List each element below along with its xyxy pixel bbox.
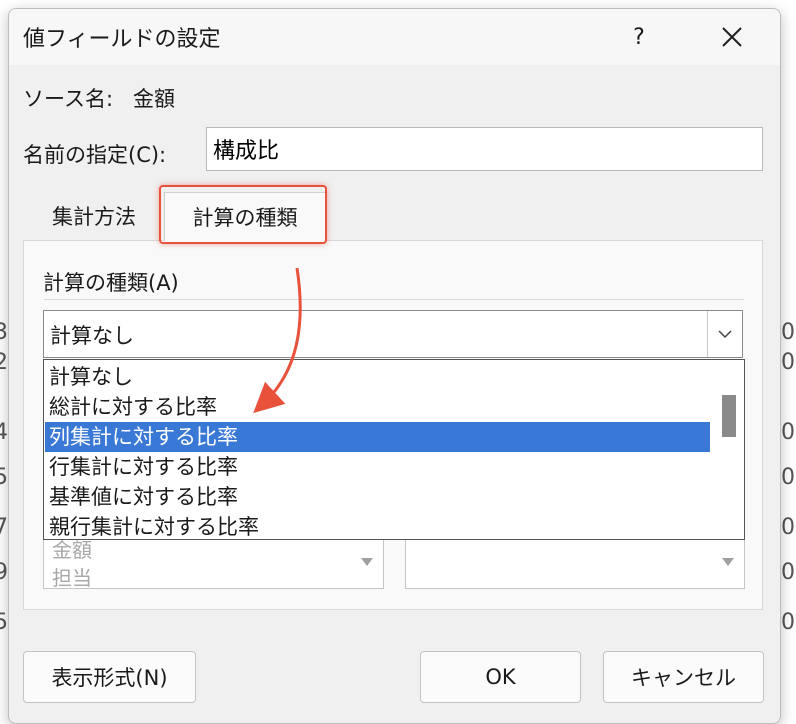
- base-item-list: [405, 539, 745, 589]
- background-cell-digit: 0: [781, 610, 795, 635]
- background-cell-digit: 3: [0, 320, 8, 345]
- dialog-title: 値フィールドの設定: [23, 27, 221, 52]
- background-cell-digit: 0: [781, 420, 795, 445]
- calc-type-label: 計算の種類(A): [43, 271, 179, 295]
- list-item[interactable]: 総計に対する比率: [45, 392, 710, 422]
- base-field-item: 担当: [52, 566, 92, 590]
- help-button[interactable]: ?: [609, 15, 669, 59]
- list-item[interactable]: 親行集計に対する比率: [45, 512, 710, 539]
- chevron-down-icon: [718, 330, 732, 339]
- background-cell-digit: 5: [0, 465, 8, 490]
- list-item[interactable]: 行集計に対する比率: [45, 452, 710, 482]
- background-cell-digit: 0: [781, 350, 795, 375]
- dropdown-button[interactable]: [707, 311, 742, 357]
- list-item[interactable]: 基準値に対する比率: [45, 482, 710, 512]
- background-cell-digit: 5: [0, 610, 8, 635]
- background-cell-digit: 0: [781, 560, 795, 585]
- background-cell-digit: 2: [0, 350, 8, 375]
- scroll-down-icon: [361, 558, 373, 566]
- source-name-label: ソース名:: [23, 87, 114, 111]
- background-cell-digit: 7: [0, 515, 8, 540]
- calc-type-dropdown[interactable]: 計算なし: [43, 310, 743, 358]
- name-label: 名前の指定(C):: [23, 143, 167, 167]
- list-scrollbar[interactable]: [712, 360, 744, 539]
- custom-name-field[interactable]: [206, 127, 763, 171]
- scroll-down-icon: [722, 558, 734, 566]
- annotation-highlight-box: [159, 185, 327, 244]
- calc-type-options-list[interactable]: 計算なし 総計に対する比率 列集計に対する比率 行集計に対する比率 基準値に対す…: [43, 359, 745, 540]
- background-cell-digit: 0: [781, 320, 795, 345]
- ok-button[interactable]: OK: [420, 651, 581, 703]
- number-format-button[interactable]: 表示形式(N): [23, 651, 196, 703]
- title-bar: 値フィールドの設定 ?: [9, 9, 780, 65]
- scrollbar-thumb[interactable]: [722, 395, 736, 437]
- source-name-value: 金額: [133, 87, 175, 111]
- close-button[interactable]: [699, 15, 765, 59]
- background-cell-digit: 0: [781, 465, 795, 490]
- value-field-settings-dialog: 値フィールドの設定 ? ソース名: 金額 名前の指定(C): 集計方法 計算の種…: [8, 8, 781, 724]
- base-field-list: 金額 担当: [43, 538, 384, 590]
- close-icon: [722, 27, 742, 47]
- tab-summarize-by[interactable]: 集計方法: [29, 192, 159, 240]
- background-cell-digit: 9: [0, 560, 8, 585]
- divider: [44, 299, 744, 300]
- background-cell-digit: 4: [0, 420, 8, 445]
- calc-type-selected-value: 計算なし: [50, 324, 134, 348]
- background-cell-digit: 0: [781, 515, 795, 540]
- cancel-button[interactable]: キャンセル: [603, 651, 764, 703]
- tab-strip: 集計方法 計算の種類: [23, 192, 763, 241]
- list-item[interactable]: 計算なし: [45, 362, 710, 392]
- list-item-selected[interactable]: 列集計に対する比率: [45, 422, 710, 452]
